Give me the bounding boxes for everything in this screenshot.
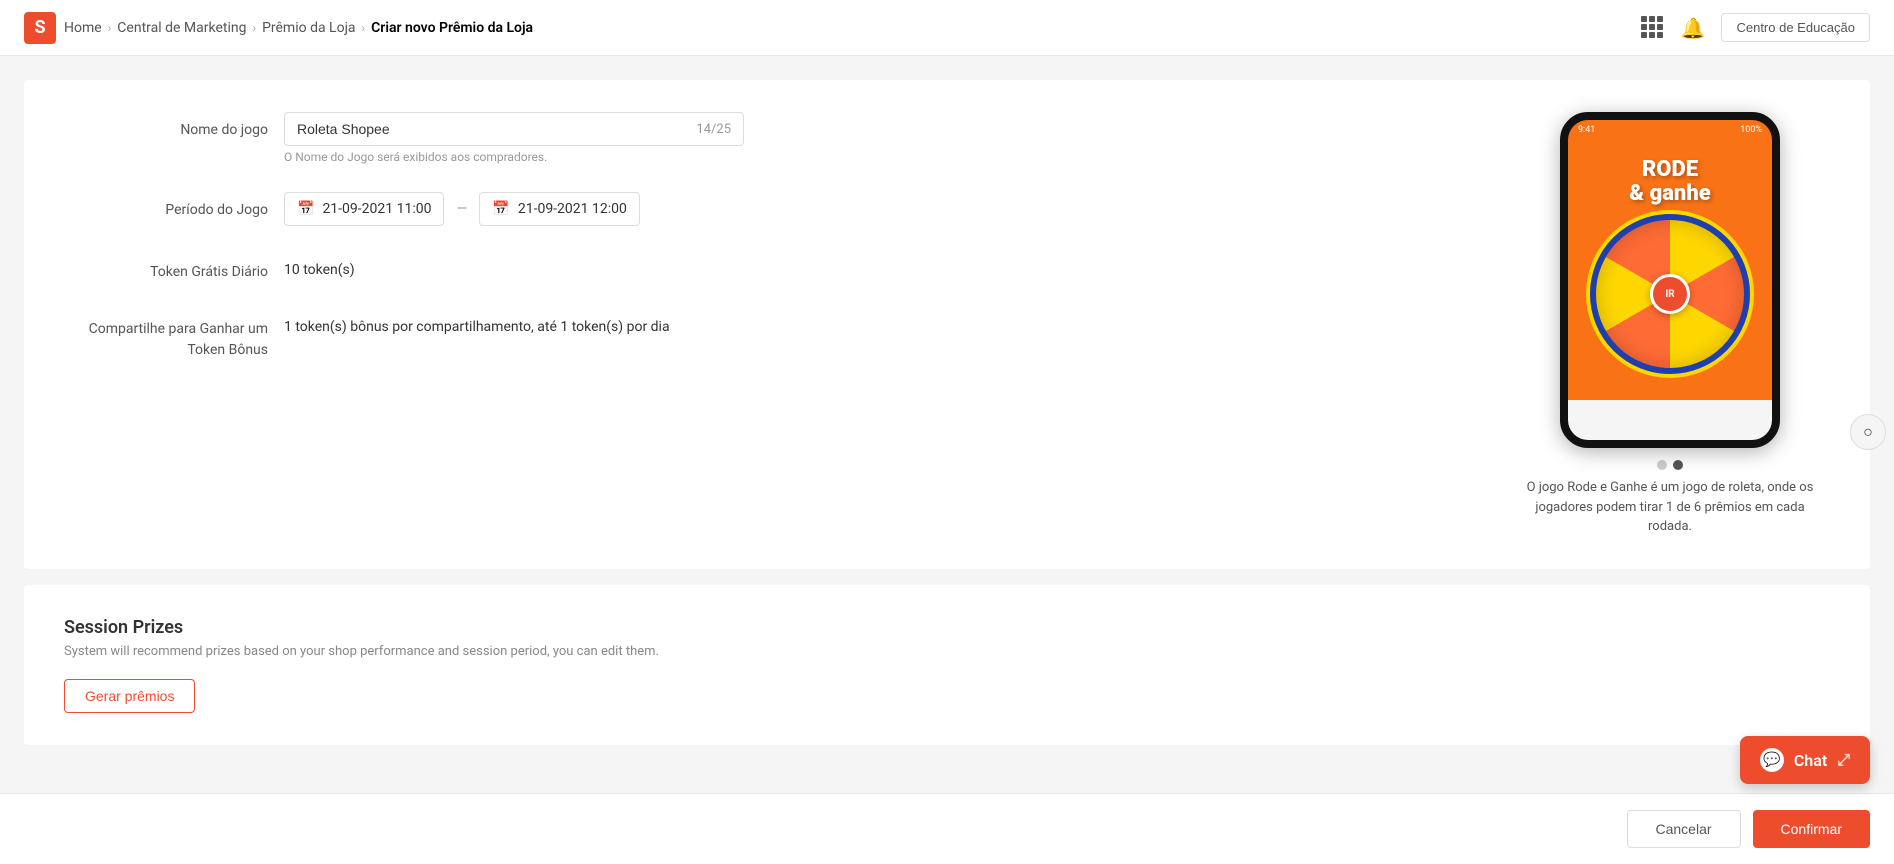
preview-dots xyxy=(1657,460,1683,470)
education-center-button[interactable]: Centro de Educação xyxy=(1721,13,1870,42)
header-actions: 🔔 Centro de Educação xyxy=(1641,13,1870,42)
session-prizes-card: Session Prizes System will recommend pri… xyxy=(24,585,1870,745)
period-row: Período do Jogo 📅 21-09-2021 11:00 — 📅 2… xyxy=(64,192,1470,226)
phone-status-bar: 9:41 100% xyxy=(1568,120,1772,140)
wheel-center-button: IR xyxy=(1650,274,1690,314)
confirm-button[interactable]: Confirmar xyxy=(1753,810,1870,848)
gerar-premios-button[interactable]: Gerar prêmios xyxy=(64,679,195,713)
date-separator: — xyxy=(456,201,467,217)
form-card: Nome do jogo 14/25 O Nome do Jogo será e… xyxy=(24,80,1870,569)
game-name-row: Nome do jogo 14/25 O Nome do Jogo será e… xyxy=(64,112,1470,164)
header: S Home › Central de Marketing › Prêmio d… xyxy=(0,0,1894,56)
preview-description: O jogo Rode e Ganhe é um jogo de roleta,… xyxy=(1520,478,1820,537)
token-control: 10 token(s) xyxy=(284,254,1470,278)
token-label: Token Grátis Diário xyxy=(64,254,284,283)
chat-label: Chat xyxy=(1794,751,1827,770)
token-row: Token Grátis Diário 10 token(s) xyxy=(64,254,1470,283)
shopee-logo: S xyxy=(24,12,56,44)
share-label: Compartilhe para Ganhar um Token Bônus xyxy=(64,311,284,361)
game-name-label: Nome do jogo xyxy=(64,112,284,141)
period-control: 📅 21-09-2021 11:00 — 📅 21-09-2021 12:00 xyxy=(284,192,1470,226)
phone-mockup: 9:41 100% RODE & ganhe IR xyxy=(1560,112,1780,448)
footer-actions: Cancelar Confirmar xyxy=(0,793,1894,864)
phone-time: 9:41 xyxy=(1578,125,1595,135)
phone-battery: 100% xyxy=(1740,125,1762,135)
session-prizes-title: Session Prizes xyxy=(64,617,1830,638)
breadcrumb-marketing[interactable]: Central de Marketing xyxy=(117,20,246,36)
char-count: 14/25 xyxy=(696,122,731,137)
grid-icon[interactable] xyxy=(1641,16,1665,40)
wheel-container: IR xyxy=(1590,214,1750,374)
breadcrumb-home[interactable]: Home xyxy=(64,20,102,36)
form-fields: Nome do jogo 14/25 O Nome do Jogo será e… xyxy=(64,112,1470,537)
notification-bell-icon[interactable]: 🔔 xyxy=(1681,16,1706,40)
chat-expand-icon: ⤢ xyxy=(1837,750,1850,770)
preview-dot-2[interactable] xyxy=(1673,460,1683,470)
share-control: 1 token(s) bônus por compartilhamento, a… xyxy=(284,311,1470,335)
phone-content: RODE & ganhe IR xyxy=(1568,140,1772,400)
share-row: Compartilhe para Ganhar um Token Bônus 1… xyxy=(64,311,1470,361)
period-label: Período do Jogo xyxy=(64,192,284,221)
preview-dot-1[interactable] xyxy=(1657,460,1667,470)
period-start-value: 21-09-2021 11:00 xyxy=(322,201,431,217)
phone-preview: 9:41 100% RODE & ganhe IR xyxy=(1510,112,1830,537)
cancel-button[interactable]: Cancelar xyxy=(1627,810,1741,848)
chat-widget[interactable]: Chat ⤢ xyxy=(1740,736,1870,784)
game-name-hint: O Nome do Jogo será exibidos aos comprad… xyxy=(284,150,1470,164)
game-name-control: 14/25 O Nome do Jogo será exibidos aos c… xyxy=(284,112,1470,164)
support-circle-button[interactable]: ○ xyxy=(1850,414,1886,450)
date-range: 📅 21-09-2021 11:00 — 📅 21-09-2021 12:00 xyxy=(284,192,1470,226)
session-prizes-subtitle: System will recommend prizes based on yo… xyxy=(64,644,1830,659)
main-content: Nome do jogo 14/25 O Nome do Jogo será e… xyxy=(0,56,1894,785)
game-name-input[interactable] xyxy=(297,121,696,137)
calendar-end-icon: 📅 xyxy=(492,201,509,217)
token-value: 10 token(s) xyxy=(284,254,1470,278)
phone-bottom xyxy=(1568,400,1772,440)
share-value: 1 token(s) bônus por compartilhamento, a… xyxy=(284,311,1470,335)
breadcrumb-premio[interactable]: Prêmio da Loja xyxy=(262,20,355,36)
breadcrumb-current: Criar novo Prêmio da Loja xyxy=(371,20,533,36)
breadcrumb-sep-3: › xyxy=(362,21,366,35)
breadcrumb-sep-1: › xyxy=(108,21,112,35)
period-end-input[interactable]: 📅 21-09-2021 12:00 xyxy=(479,192,639,226)
calendar-start-icon: 📅 xyxy=(297,201,314,217)
breadcrumb: Home › Central de Marketing › Prêmio da … xyxy=(64,20,533,36)
form-section: Nome do jogo 14/25 O Nome do Jogo será e… xyxy=(64,112,1830,537)
breadcrumb-sep-2: › xyxy=(252,21,256,35)
chat-icon xyxy=(1760,748,1784,772)
game-name-input-wrapper[interactable]: 14/25 xyxy=(284,112,744,146)
period-end-value: 21-09-2021 12:00 xyxy=(518,201,627,217)
phone-game-title: RODE & ganhe xyxy=(1629,158,1711,206)
period-start-input[interactable]: 📅 21-09-2021 11:00 xyxy=(284,192,444,226)
